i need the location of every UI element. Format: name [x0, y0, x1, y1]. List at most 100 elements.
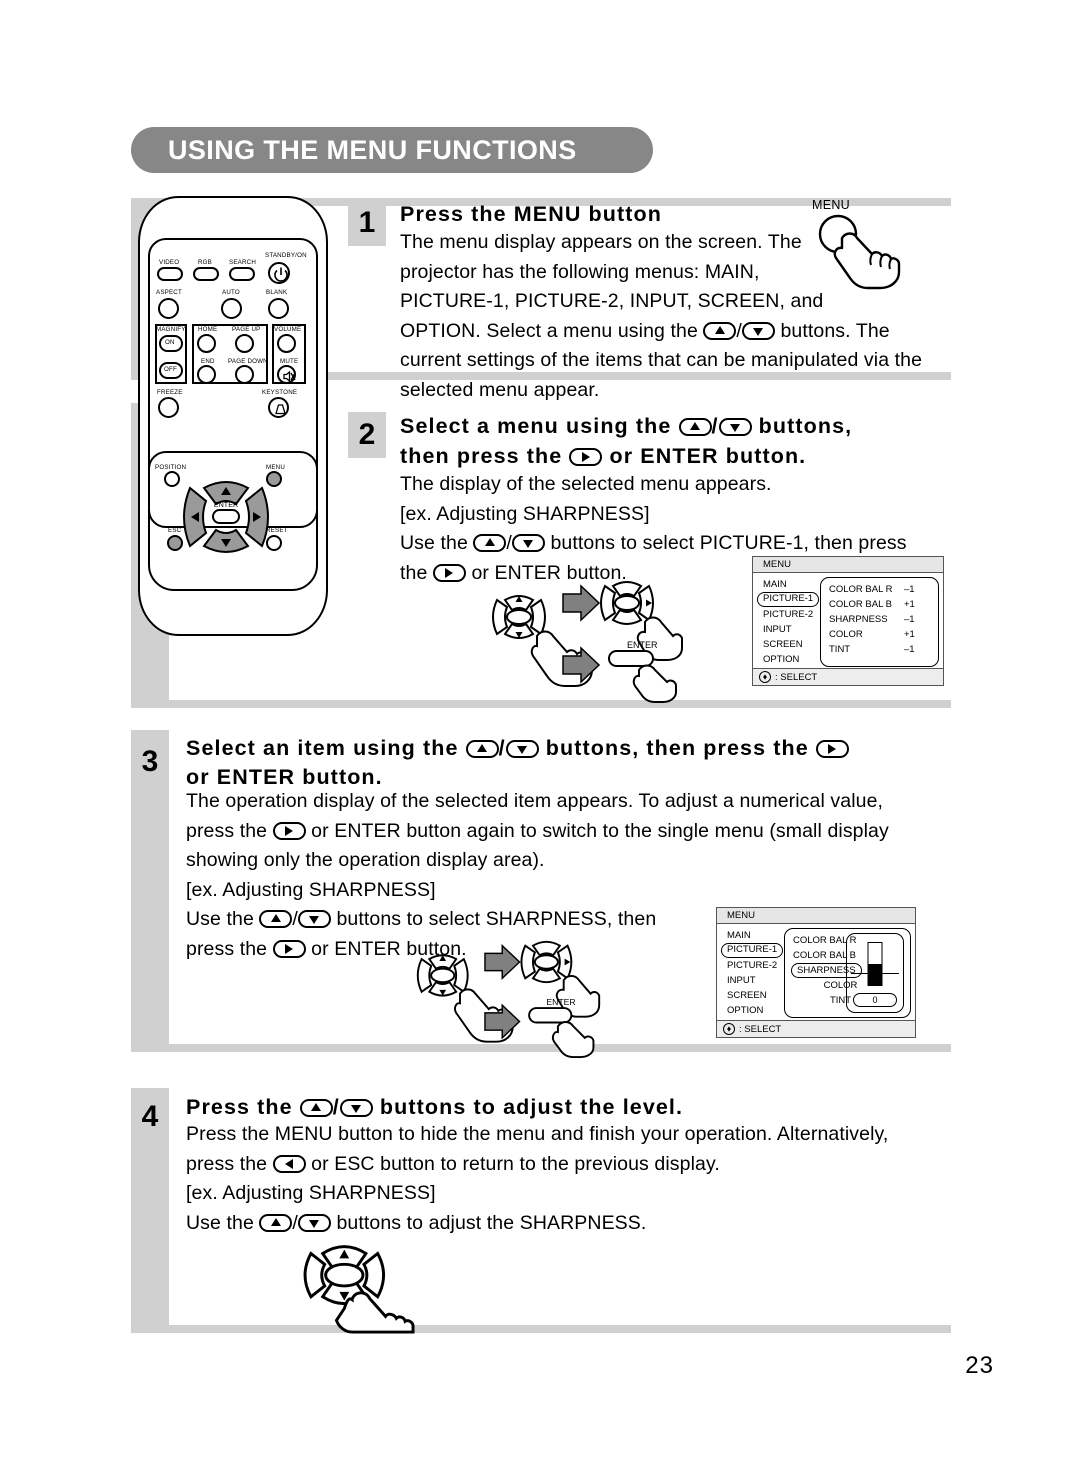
osd-1-footer: : SELECT [753, 668, 943, 685]
osd-menu-1: MENU MAIN PICTURE-1 PICTURE-2 INPUT SCRE… [752, 556, 944, 686]
remote-label-menu: MENU [266, 464, 286, 471]
remote-label-standby-on: STANDBY/ON [265, 252, 307, 259]
remote-button-search[interactable] [229, 267, 255, 281]
step-4-line-2: press the or ESC button to return to the… [186, 1150, 946, 1180]
osd-1-row[interactable]: SHARPNESS –1 [829, 612, 938, 627]
remote-label-page-down: PAGE DOWN [228, 358, 268, 365]
step-1-number: 1 [348, 200, 386, 246]
select-updown-icon [723, 1023, 735, 1035]
osd-1-item-picture-1[interactable]: PICTURE-1 [757, 592, 819, 607]
remote-button-standby-on[interactable] [268, 262, 290, 284]
remote-label-volume: VOLUME [274, 326, 302, 333]
osd-2-item-screen[interactable]: SCREEN [721, 988, 784, 1003]
osd-1-item-input[interactable]: INPUT [757, 622, 820, 637]
slider-center-line [851, 973, 899, 974]
osd-1-row-name: COLOR BAL R [829, 584, 893, 595]
remote-button-rgb[interactable] [193, 267, 219, 281]
osd-2-item-option[interactable]: OPTION [721, 1003, 784, 1018]
remote-button-aspect[interactable] [158, 298, 179, 319]
remote-label-blank: BLANK [266, 289, 288, 296]
step-2-heading-d: or ENTER button. [602, 444, 807, 468]
osd-2-item-main[interactable]: MAIN [721, 928, 784, 943]
slider-fill [868, 964, 882, 985]
remote-button-home[interactable] [197, 334, 216, 353]
osd-1-right-column: COLOR BAL R –1 COLOR BAL B +1 SHARPNESS –1 … [820, 577, 939, 667]
remote-label-end: END [201, 358, 215, 365]
step-1-heading: Press the MENU button [400, 202, 663, 226]
step-3-number: 3 [131, 739, 169, 785]
step-3-line-5-b: buttons to select SHARPNESS, then [330, 908, 657, 930]
up-button-icon [259, 910, 293, 928]
right-button-icon [569, 448, 603, 466]
hand-pressing-menu-icon [818, 214, 901, 290]
osd-1-row[interactable]: COLOR BAL B +1 [829, 597, 938, 612]
step-3-line-1: The operation display of the selected it… [186, 790, 884, 812]
osd-1-row-value: –1 [904, 584, 915, 595]
dpad-target-icon [520, 940, 573, 984]
right-button-icon [272, 821, 306, 840]
remote-button-end[interactable] [197, 365, 216, 384]
step-4-heading-b: buttons to adjust the level. [372, 1095, 684, 1119]
remote-label-page-up: PAGE UP [232, 326, 261, 333]
osd-2-item-picture-2[interactable]: PICTURE-2 [721, 958, 784, 973]
remote-button-keystone[interactable] [268, 397, 289, 418]
select-updown-icon [759, 671, 771, 683]
sharpness-slider[interactable]: 0 [846, 933, 904, 1013]
down-button-icon [718, 418, 752, 436]
remote-button-freeze[interactable] [158, 397, 179, 418]
step-1-line-6: selected menu appear. [400, 378, 600, 401]
step-2-flow-illustration: ENTER [487, 578, 687, 703]
osd-1-row[interactable]: COLOR +1 [829, 627, 938, 642]
osd-2-item-input[interactable]: INPUT [721, 973, 784, 988]
osd-1-row[interactable]: TINT –1 [829, 642, 938, 657]
step-3-line-4: [ex. Adjusting SHARPNESS] [186, 878, 436, 901]
osd-1-row[interactable]: COLOR BAL R –1 [829, 582, 938, 597]
osd-2-right-column: COLOR BAL R COLOR BAL B SHARPNESS COLOR … [784, 928, 911, 1018]
remote-button-video[interactable] [157, 267, 183, 281]
osd-1-item-main[interactable]: MAIN [757, 577, 820, 592]
up-button-icon [678, 418, 712, 436]
osd-1-item-screen[interactable]: SCREEN [757, 637, 820, 652]
down-button-icon [505, 740, 539, 758]
remote-button-page-down[interactable] [235, 365, 254, 384]
osd-2-item-picture-1[interactable]: PICTURE-1 [721, 943, 783, 958]
step-3-flow-illustration: ENTER [408, 938, 608, 1058]
step-2-line-1: The display of the selected menu appears… [400, 473, 772, 495]
remote-dpad[interactable]: ENTER [176, 474, 276, 559]
remote-button-auto[interactable] [221, 298, 242, 319]
step-4-line-3: [ex. Adjusting SHARPNESS] [186, 1182, 436, 1204]
up-button-icon [299, 1099, 333, 1117]
remote-label-aspect: ASPECT [156, 289, 182, 296]
remote-label-on: ON [165, 339, 175, 346]
step-3-line-2-b: or ENTER button again to switch to the s… [305, 819, 889, 842]
panel-gray-step4-bottom [131, 1325, 951, 1333]
remote-button-blank[interactable] [268, 298, 289, 319]
dpad-source-icon [416, 954, 469, 997]
step-4-line-4-a: Use the [186, 1211, 260, 1234]
menu-callout-label: MENU [812, 198, 851, 212]
step-3-heading-a: Select an item using the [186, 736, 466, 760]
remote-label-mute: MUTE [280, 358, 299, 365]
step-3-heading-line-1: Select an item using the / buttons, then… [186, 733, 849, 763]
remote-label-auto: AUTO [222, 289, 240, 296]
remote-button-page-up[interactable] [235, 334, 254, 353]
left-button-icon [272, 1154, 306, 1173]
osd-1-row-value: –1 [904, 614, 915, 625]
osd-1-item-picture-2[interactable]: PICTURE-2 [757, 607, 820, 622]
up-button-icon [473, 534, 507, 552]
osd-1-left-column: MAIN PICTURE-1 PICTURE-2 INPUT SCREEN OP… [757, 577, 820, 667]
right-button-icon [272, 939, 306, 958]
manual-page: USING THE MENU FUNCTIONS VIDEO RGB SEARC… [0, 0, 1080, 1484]
remote-button-volume[interactable] [277, 334, 296, 353]
step-4-line-1: Press the MENU button to hide the menu a… [186, 1123, 889, 1145]
osd-1-row-value: +1 [904, 599, 915, 610]
osd-2-title: MENU [717, 908, 915, 924]
step-2-heading-c: then press the [400, 444, 570, 468]
remote-label-keystone: KEYSTONE [262, 389, 298, 396]
page-number: 23 [965, 1352, 994, 1379]
remote-label-search: SEARCH [229, 259, 256, 266]
step-2-line-4-a: the [400, 561, 433, 584]
osd-1-item-option[interactable]: OPTION [757, 652, 820, 667]
remote-button-mute[interactable] [277, 365, 296, 384]
osd-1-row-name: TINT [829, 644, 851, 655]
